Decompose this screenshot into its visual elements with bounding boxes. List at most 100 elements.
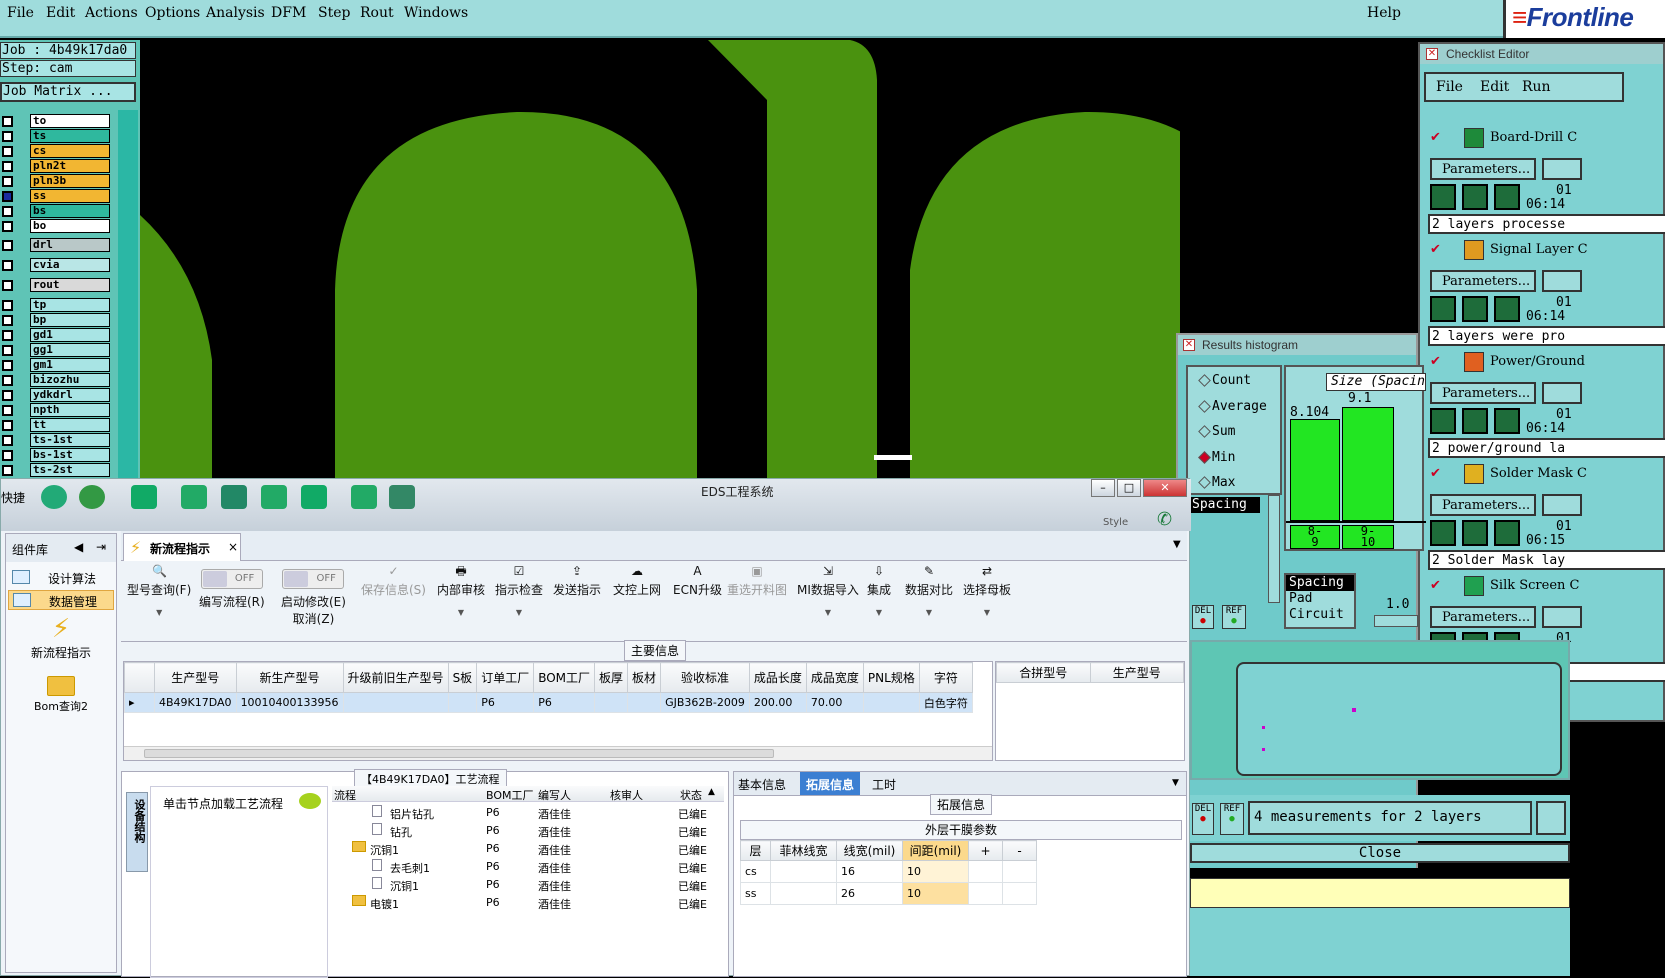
layer-row-2[interactable]: cs (0, 144, 116, 159)
main-col-7[interactable]: 板材 (627, 662, 662, 693)
layer-row-13[interactable]: gd1 (0, 328, 116, 343)
col-merge-model[interactable]: 合拼型号 (996, 662, 1091, 683)
ribbon-button-0[interactable]: 🔍 型号查询(F) ▼ (127, 565, 191, 617)
table-cell[interactable] (627, 692, 662, 713)
minimize-button[interactable]: – (1091, 479, 1115, 497)
del-button-lower[interactable]: DEL ● (1192, 803, 1214, 835)
layer-checkbox[interactable] (2, 375, 13, 386)
menu-step[interactable]: Step (318, 5, 350, 21)
ribbon-sublabel[interactable]: 取消(Z) (293, 612, 335, 626)
ext-col-4[interactable]: + (968, 840, 1003, 861)
sidebar-new-flow[interactable]: ⚡ 新流程指示 (6, 614, 116, 668)
main-col-1[interactable]: 新生产型号 (235, 662, 344, 693)
run-icon[interactable] (1430, 296, 1456, 322)
checkmark-icon[interactable]: ✔ (1430, 242, 1441, 257)
dropdown-arrow-icon[interactable]: ▼ (867, 608, 891, 617)
checkmark-icon[interactable]: ✔ (1430, 466, 1441, 481)
table-cell[interactable] (770, 882, 837, 905)
ext-col-3[interactable]: 间距(mil) (902, 840, 969, 861)
ribbon-button-12[interactable]: ✎ 数据对比 ▼ (905, 565, 953, 617)
table-cell[interactable]: P6 (533, 692, 596, 713)
layer-checkbox[interactable] (2, 161, 13, 172)
main-col-5[interactable]: BOM工厂 (533, 662, 596, 693)
layer-name[interactable]: ts (30, 129, 110, 143)
dropdown-arrow-icon[interactable]: ▼ (905, 608, 953, 617)
ext-col-2[interactable]: 线宽(mil) (836, 840, 903, 861)
table-cell[interactable]: 10010400133956 (235, 692, 344, 713)
mode-min-radio[interactable]: Min (1198, 450, 1235, 465)
ribbon-button-4[interactable]: 🖶 内部审核 ▼ (437, 565, 485, 617)
parameters-extra-button[interactable] (1542, 382, 1582, 404)
layer-checkbox[interactable] (2, 360, 13, 371)
run-step-icon[interactable] (1462, 184, 1488, 210)
ck-menu-edit[interactable]: Edit (1480, 79, 1509, 95)
main-col-0[interactable]: 生产型号 (154, 662, 237, 693)
layer-checkbox[interactable] (2, 450, 13, 461)
flow-tree-row[interactable]: 沉铜1 P6 酒佳佳 已编E (332, 876, 722, 894)
layer-row-14[interactable]: gg1 (0, 343, 116, 358)
check-header[interactable]: ✔ Board-Drill C (1428, 126, 1665, 152)
layer-name[interactable]: pln3b (30, 174, 110, 188)
tab-work-hours[interactable]: 工时 (872, 776, 896, 793)
table-cell[interactable]: 10 (902, 860, 969, 883)
layer-checkbox[interactable] (2, 191, 13, 202)
col-flow[interactable]: 流程 (334, 787, 356, 803)
ribbon-button-1[interactable]: OFF 编写流程(R) (199, 569, 265, 610)
table-cell[interactable]: ss (740, 882, 771, 905)
check-header[interactable]: ✔ Power/Ground (1428, 350, 1665, 376)
run-icon[interactable] (1430, 184, 1456, 210)
film-icon[interactable] (221, 485, 247, 509)
ribbon-button-7[interactable]: ☁ 文控上网 (613, 565, 661, 598)
value-slider[interactable] (1374, 615, 1418, 627)
flow-name[interactable]: 电镀1 (370, 896, 399, 912)
col-bom-factory[interactable]: BOM工厂 (486, 787, 534, 803)
layer-name[interactable]: gd1 (30, 328, 110, 342)
layer-name[interactable]: drl (30, 238, 110, 252)
layer-name[interactable]: bp (30, 313, 110, 327)
layer-checkbox[interactable] (2, 131, 13, 142)
layer-checkbox[interactable] (2, 221, 13, 232)
close-button[interactable]: Close (1190, 843, 1570, 863)
grid-icon[interactable] (301, 485, 327, 509)
ribbon-button-8[interactable]: Α ECN升级 (673, 565, 722, 598)
table-cell[interactable]: 白色字符 (918, 692, 973, 713)
close-button[interactable]: ✕ (1143, 479, 1187, 497)
main-col-8[interactable]: 验收标准 (660, 662, 750, 693)
table-row[interactable]: ss 26 10 (740, 882, 1037, 905)
sidebar-item-data-management[interactable]: 数据管理 (8, 590, 114, 610)
table-cell[interactable]: 70.00 (805, 692, 864, 713)
layer-checkbox[interactable] (2, 330, 13, 341)
parameters-extra-button[interactable] (1542, 270, 1582, 292)
layer-row-16[interactable]: bizozhu (0, 373, 116, 388)
layer-checkbox[interactable] (2, 435, 13, 446)
menu-dfm[interactable]: DFM (271, 5, 306, 21)
menu-rout[interactable]: Rout (360, 5, 394, 21)
off-toggle[interactable]: OFF (282, 569, 345, 589)
results-icon[interactable] (1494, 296, 1520, 322)
layer-row-5[interactable]: ss (0, 189, 116, 204)
ribbon-button-9[interactable]: ▣ 重选开料图 (727, 565, 787, 598)
search-icon[interactable] (41, 485, 67, 509)
layer-row-3[interactable]: pln2t (0, 159, 116, 174)
layer-checkbox[interactable] (2, 240, 13, 251)
ribbon-button-13[interactable]: ⇄ 选择母板 ▼ (963, 565, 1011, 617)
parameters-button[interactable]: Parameters... (1430, 158, 1536, 180)
menu-edit[interactable]: Edit (46, 5, 75, 21)
results-icon[interactable] (1494, 408, 1520, 434)
layer-checkbox[interactable] (2, 345, 13, 356)
menu-file[interactable]: File (7, 5, 34, 21)
table-cell[interactable] (447, 692, 478, 713)
table-cell[interactable] (1002, 882, 1037, 905)
layer-row-17[interactable]: ydkdrl (0, 388, 116, 403)
layer-row-18[interactable]: npth (0, 403, 116, 418)
tab-extended-info[interactable]: 拓展信息 (800, 772, 861, 795)
ribbon-button-11[interactable]: ⇩ 集成 ▼ (867, 565, 891, 617)
category-circuit[interactable]: Circuit (1286, 607, 1354, 623)
layer-name[interactable]: ts-1st (30, 433, 110, 447)
checkmark-icon[interactable]: ✔ (1430, 578, 1441, 593)
close-icon[interactable]: ✕ (1183, 339, 1195, 351)
scroll-up-icon[interactable]: ▲ (708, 787, 715, 797)
run-step-icon[interactable] (1462, 520, 1488, 546)
ribbon-button-10[interactable]: ⇲ MI数据导入 ▼ (797, 565, 859, 617)
ribbon-button-3[interactable]: ✓ 保存信息(S) (361, 565, 426, 598)
